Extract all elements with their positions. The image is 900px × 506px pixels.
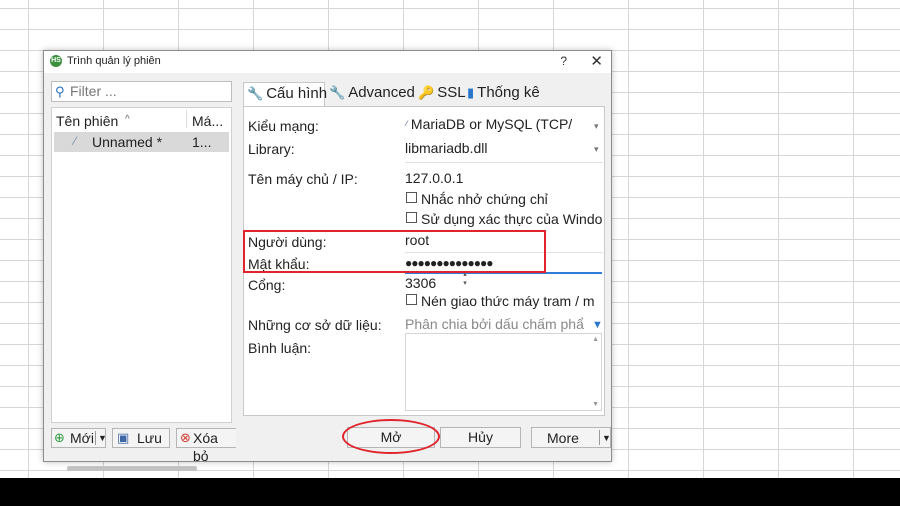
new-button-label: Mới <box>70 430 94 446</box>
windows-auth-checkbox[interactable]: Sử dụng xác thực của Windo <box>406 211 602 227</box>
tab-statistics-label: Thống kê <box>477 84 540 101</box>
tab-settings[interactable]: 🔧 Cấu hình <box>243 82 328 106</box>
host-input[interactable]: 127.0.0.1 <box>405 170 601 190</box>
app-icon: HS <box>50 55 62 67</box>
network-type-select[interactable]: ⁄ MariaDB or MySQL (TCP/ <box>405 116 601 136</box>
checkbox-box[interactable] <box>406 294 417 305</box>
scroll-up-icon[interactable]: ▲ <box>592 336 599 343</box>
chevron-down-icon[interactable]: ▾ <box>594 144 599 155</box>
filter-input[interactable]: ⚲ Filter ... <box>51 81 232 102</box>
session-host: 1... <box>192 134 212 150</box>
comment-textarea[interactable]: ▲ ▼ <box>405 333 602 411</box>
tab-advanced-label: Advanced <box>348 84 415 101</box>
help-button[interactable]: ? <box>560 54 567 68</box>
mysql-dolphin-icon: ⁄ <box>74 134 77 148</box>
filter-placeholder: Filter ... <box>70 83 117 99</box>
tab-ssl-label: SSL <box>437 84 466 101</box>
compression-label: Nén giao thức máy tram / m <box>421 293 595 309</box>
tab-ssl[interactable]: 🔑 SSL <box>418 82 466 106</box>
column-session-name[interactable]: Tên phiên <box>56 113 118 129</box>
save-button[interactable]: ▣ Lưu <box>112 428 170 448</box>
tab-statistics[interactable]: ▮ Thống kê <box>467 82 540 106</box>
library-label: Library: <box>248 141 295 157</box>
chevron-down-icon[interactable]: ▾ <box>594 121 599 132</box>
column-host[interactable]: Má... <box>192 113 223 129</box>
port-value: 3306 <box>405 275 437 291</box>
host-value: 127.0.0.1 <box>405 170 464 186</box>
split-divider <box>95 431 96 445</box>
chevron-down-icon[interactable]: ▼ <box>98 429 107 447</box>
delete-button[interactable]: ⊗ Xóa bỏ <box>176 428 236 464</box>
search-icon: ⚲ <box>55 84 65 99</box>
window-title: Trình quản lý phiên <box>67 55 161 67</box>
scroll-down-icon[interactable]: ▼ <box>592 401 599 408</box>
library-select[interactable]: libmariadb.dll <box>405 140 590 160</box>
wrench-icon: 🔧 <box>329 85 346 100</box>
tab-advanced[interactable]: 🔧 Advanced <box>329 82 415 106</box>
save-button-label: Lưu <box>137 430 162 446</box>
floppy-disk-icon: ▣ <box>117 430 130 445</box>
session-name: Unnamed * <box>92 134 163 150</box>
plus-circle-icon: ⊕ <box>54 430 65 445</box>
port-label: Cổng: <box>248 277 286 293</box>
taskbar <box>0 478 900 506</box>
title-bar: HS Trình quản lý phiên ? ✕ <box>44 51 611 73</box>
databases-placeholder: Phân chia bởi dấu chấm phẩ <box>405 316 584 332</box>
field-underline <box>405 162 603 163</box>
sort-ascending-icon: ^ <box>125 114 130 125</box>
split-divider <box>599 430 600 445</box>
annotation-highlight-credentials <box>243 230 546 273</box>
tab-settings-label: Cấu hình <box>266 85 328 102</box>
databases-label: Những cơ sở dữ liệu: <box>248 317 382 333</box>
close-button[interactable]: ✕ <box>590 52 603 70</box>
delete-icon: ⊗ <box>180 430 191 445</box>
checkbox-box[interactable] <box>406 212 417 223</box>
windows-auth-label: Sử dụng xác thực của Windo <box>421 211 603 227</box>
mysql-dolphin-icon: ⁄ <box>405 118 408 132</box>
port-input[interactable]: 3306 <box>405 275 457 293</box>
comment-label: Bình luận: <box>248 340 312 356</box>
network-type-label: Kiểu mạng: <box>248 118 319 134</box>
checkbox-box[interactable] <box>406 192 417 203</box>
column-separator <box>186 110 187 128</box>
cancel-button[interactable]: Hủy <box>440 427 521 448</box>
cancel-button-label: Hủy <box>468 429 493 445</box>
new-button[interactable]: ⊕ Mới ▼ <box>51 428 107 448</box>
remember-cert-label: Nhắc nhở chứng chỉ <box>421 191 548 207</box>
key-icon: 🔑 <box>418 85 435 100</box>
more-button[interactable]: More ▼ <box>531 427 611 448</box>
host-label: Tên máy chủ / IP: <box>248 171 358 187</box>
session-list[interactable]: Tên phiên ^ Má... ⁄ Unnamed * 1... <box>51 107 232 471</box>
chevron-down-icon[interactable]: ▼ <box>592 319 603 331</box>
session-row-unnamed[interactable]: ⁄ Unnamed * 1... <box>54 132 229 152</box>
delete-button-label: Xóa bỏ <box>193 430 218 464</box>
compression-checkbox[interactable]: Nén giao thức máy tram / m <box>406 293 595 309</box>
horizontal-scrollbar[interactable] <box>67 466 197 471</box>
chevron-down-icon[interactable]: ▼ <box>602 429 611 447</box>
list-header: Tên phiên ^ Má... <box>52 108 231 130</box>
more-button-label: More <box>547 430 579 446</box>
remember-cert-checkbox[interactable]: Nhắc nhở chứng chỉ <box>406 191 548 207</box>
wrench-icon: 🔧 <box>247 86 264 101</box>
library-value: libmariadb.dll <box>405 140 488 156</box>
network-type-value: MariaDB or MySQL (TCP/ <box>410 116 573 132</box>
bar-chart-icon: ▮ <box>467 85 475 100</box>
annotation-highlight-open-button <box>342 419 440 454</box>
